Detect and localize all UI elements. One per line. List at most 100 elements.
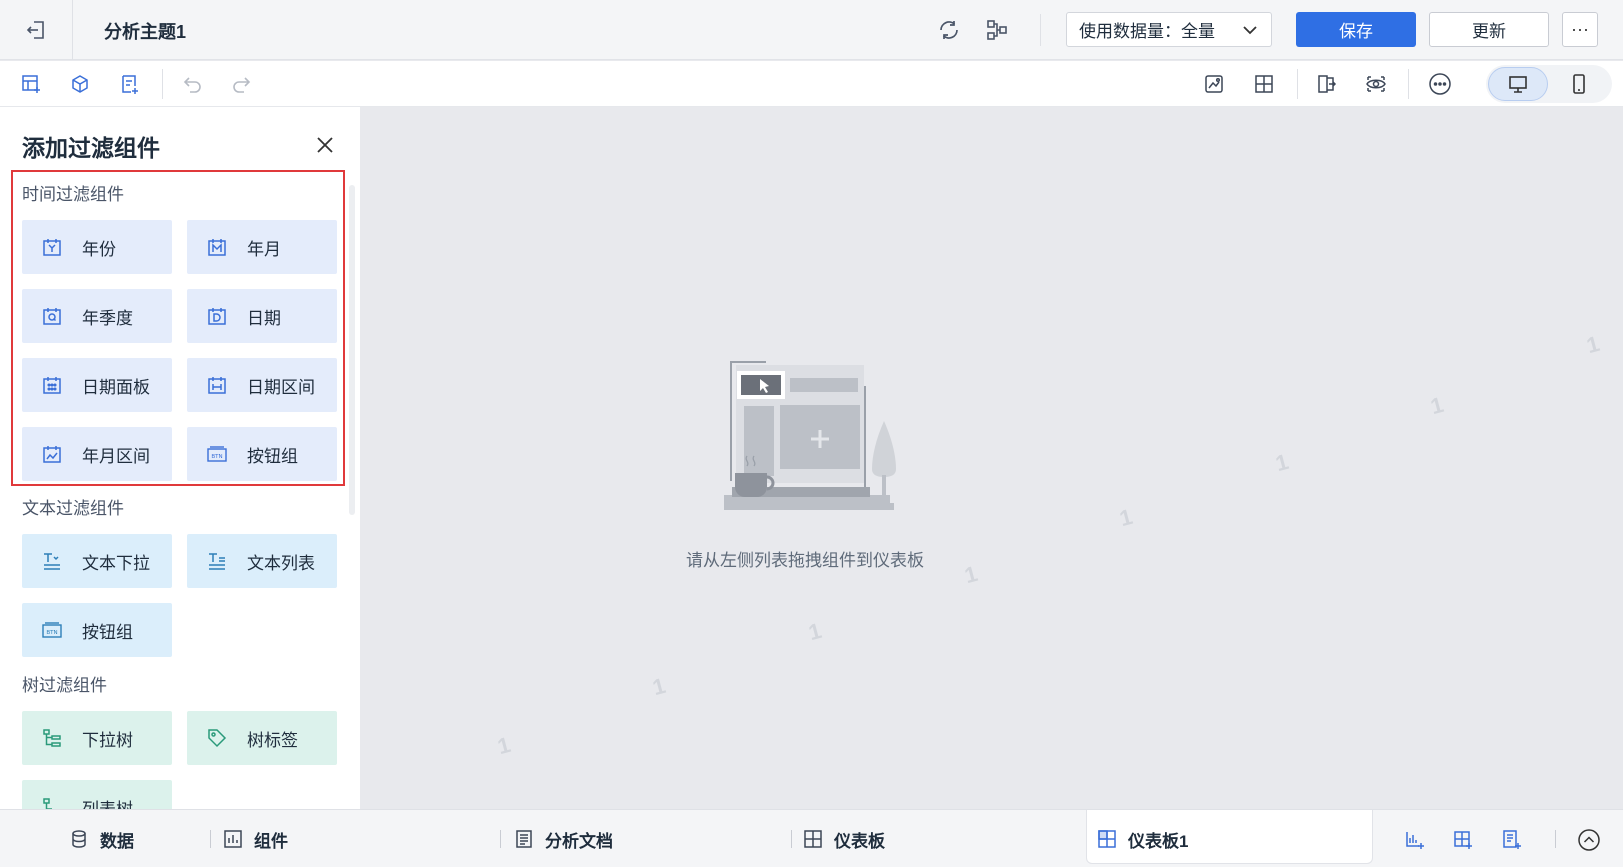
add-document-icon[interactable]	[1498, 826, 1526, 854]
section-tree-label: 树过滤组件	[22, 676, 107, 695]
watermark: 1	[1427, 391, 1447, 420]
year-calendar-icon	[40, 235, 64, 259]
tab-data[interactable]: 数据	[68, 822, 134, 856]
watermark: 1	[961, 560, 981, 589]
tree-icon	[40, 726, 64, 750]
tile-label: 日期区间	[247, 377, 315, 397]
editor-toolbar	[0, 61, 1623, 107]
add-dashboard-icon[interactable]	[1449, 826, 1477, 854]
divider	[1408, 69, 1409, 99]
dashboard-canvas[interactable]: 1 1 1 1 1 1 1 1	[360, 107, 1623, 809]
tab-dashboard[interactable]: 仪表板	[802, 822, 885, 856]
theme-icon[interactable]	[1200, 70, 1228, 98]
watermark: 1	[805, 617, 825, 646]
save-button[interactable]: 保存	[1296, 12, 1416, 47]
empty-state-illustration	[724, 361, 896, 510]
filter-panel: 添加过滤组件 时间过滤组件 年份 年月 年季度 日期 日期面板 日期区间 年月区…	[0, 107, 360, 809]
divider	[162, 69, 163, 99]
date-panel-icon	[40, 373, 64, 397]
mobile-icon[interactable]	[1562, 67, 1596, 101]
divider	[1040, 14, 1041, 46]
empty-state-text: 请从左侧列表拖拽组件到仪表板	[686, 551, 924, 570]
tile-label: 年月区间	[82, 446, 150, 466]
close-icon[interactable]	[311, 131, 339, 159]
divider	[1555, 830, 1556, 848]
filter-button-group-text[interactable]: BTN 按钮组	[22, 603, 172, 657]
text-list-icon	[205, 549, 229, 573]
tile-label: 日期面板	[82, 377, 150, 397]
add-filter-icon[interactable]	[66, 70, 94, 98]
tile-label: 年月	[247, 239, 281, 259]
collapse-up-icon[interactable]	[1575, 826, 1603, 854]
update-button[interactable]: 更新	[1429, 12, 1549, 47]
more-button[interactable]: ···	[1562, 12, 1598, 47]
refresh-icon[interactable]	[935, 16, 963, 44]
add-component-icon[interactable]	[17, 70, 45, 98]
export-icon[interactable]	[1313, 70, 1341, 98]
tag-icon	[205, 726, 229, 750]
add-chart-icon[interactable]	[1401, 826, 1429, 854]
scrollbar[interactable]	[349, 185, 355, 515]
tab-label: 数据	[100, 831, 134, 851]
exit-icon[interactable]	[0, 0, 73, 60]
tab-analysis-doc[interactable]: 分析文档	[513, 822, 613, 856]
filter-list-tree[interactable]: 列表树	[22, 780, 172, 809]
preview-icon[interactable]	[1362, 70, 1390, 98]
tile-label: 日期	[247, 308, 281, 328]
tab-label: 分析文档	[545, 831, 613, 851]
filter-tree-tag[interactable]: 树标签	[187, 711, 337, 765]
filter-year-month[interactable]: 年月	[187, 220, 337, 274]
watermark: 1	[649, 672, 669, 701]
filter-text-list[interactable]: 文本列表	[187, 534, 337, 588]
filter-date-panel[interactable]: 日期面板	[22, 358, 172, 412]
data-amount-label: 使用数据量：全量	[1079, 22, 1215, 41]
tile-label: 文本列表	[247, 553, 315, 573]
tab-label: 组件	[254, 831, 288, 851]
filter-date-range[interactable]: 日期区间	[187, 358, 337, 412]
tile-label: 年份	[82, 239, 116, 259]
layout-icon[interactable]	[1250, 70, 1278, 98]
watermark: 1	[1272, 448, 1292, 477]
filter-button-group-time[interactable]: BTN 按钮组	[187, 427, 337, 481]
svg-text:BTN: BTN	[46, 630, 57, 636]
watermark: 1	[1583, 330, 1603, 359]
filter-year-month-range[interactable]: 年月区间	[22, 427, 172, 481]
tab-label: 仪表板1	[1128, 831, 1189, 851]
database-icon	[68, 828, 90, 850]
divider	[210, 830, 211, 848]
month-calendar-icon	[205, 235, 229, 259]
document-icon	[513, 828, 535, 850]
filter-date[interactable]: 日期	[187, 289, 337, 343]
date-calendar-icon	[205, 304, 229, 328]
section-time-label: 时间过滤组件	[22, 185, 124, 204]
dashboard-icon	[1096, 828, 1118, 850]
tab-components[interactable]: 组件	[222, 822, 288, 856]
undo-icon[interactable]	[179, 70, 207, 98]
section-text-label: 文本过滤组件	[22, 499, 124, 518]
button-group-icon: BTN	[205, 442, 229, 466]
desktop-icon[interactable]	[1488, 67, 1548, 101]
tile-label: 文本下拉	[82, 553, 150, 573]
chart-component-icon	[222, 828, 244, 850]
tile-label: 年季度	[82, 308, 133, 328]
divider	[500, 830, 501, 848]
dashboard-icon	[802, 828, 824, 850]
tab-dashboard1[interactable]: 仪表板1	[1096, 822, 1188, 856]
bottom-bar: 数据 组件 分析文档 仪表板 仪表板1	[0, 809, 1623, 867]
month-range-icon	[40, 442, 64, 466]
divider	[791, 830, 792, 848]
tab-label: 仪表板	[834, 831, 885, 851]
filter-year-quarter[interactable]: 年季度	[22, 289, 172, 343]
more-options-icon[interactable]	[1426, 70, 1454, 98]
tile-label: 按钮组	[82, 622, 133, 642]
data-amount-select[interactable]: 使用数据量：全量	[1066, 12, 1272, 47]
text-dropdown-icon	[40, 549, 64, 573]
lineage-icon[interactable]	[983, 16, 1011, 44]
filter-text-dropdown[interactable]: 文本下拉	[22, 534, 172, 588]
top-bar: 分析主题1 使用数据量：全量 保存 更新 ···	[0, 0, 1623, 60]
filter-year[interactable]: 年份	[22, 220, 172, 274]
add-text-icon[interactable]	[116, 70, 144, 98]
filter-dropdown-tree[interactable]: 下拉树	[22, 711, 172, 765]
redo-icon[interactable]	[227, 70, 255, 98]
panel-title: 添加过滤组件	[22, 135, 160, 161]
